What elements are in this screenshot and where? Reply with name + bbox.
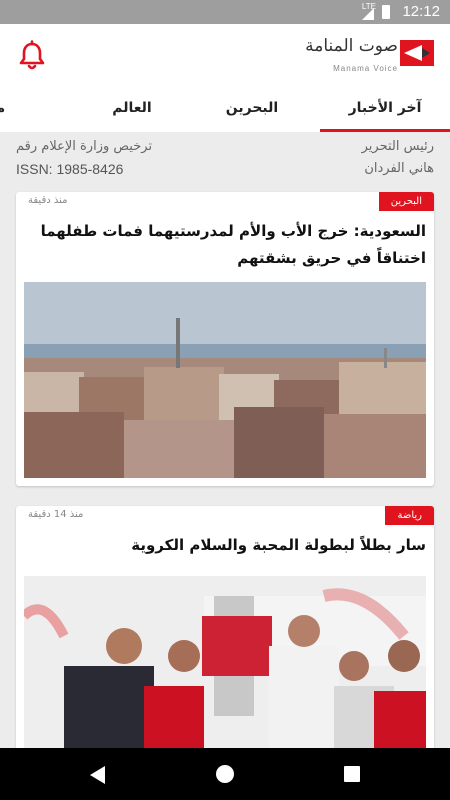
- tab-partial[interactable]: منو: [0, 88, 14, 132]
- category-tabs: آخر الأخبار البحرين العالم منو: [0, 88, 450, 132]
- system-navigation-bar: [0, 748, 450, 800]
- category-badge[interactable]: البحرين: [378, 192, 434, 211]
- tab-world[interactable]: العالم: [102, 88, 162, 132]
- logo-text: صوت المنامة: [305, 36, 398, 56]
- article-time: منذ 14 دقيقة: [28, 509, 84, 520]
- app-logo[interactable]: صوت المنامة Manama Voice: [305, 34, 434, 80]
- article-time: منذ دقيقة: [28, 195, 68, 206]
- publisher-info: رئيس التحرير هاني الفردان ترخيص وزارة ال…: [0, 132, 450, 182]
- article-card[interactable]: البحرين منذ دقيقة السعودية: خرج الأب وال…: [16, 192, 434, 486]
- status-bar: LTE 12:12: [0, 0, 450, 24]
- article-image[interactable]: [24, 282, 426, 478]
- editor-title: رئيس التحرير: [361, 139, 434, 154]
- category-badge[interactable]: رياضة: [385, 506, 434, 525]
- tab-latest-news[interactable]: آخر الأخبار: [320, 88, 450, 132]
- article-headline[interactable]: سار بطلاً لبطولة المحبة والسلام الكروية: [26, 532, 426, 559]
- article-image[interactable]: [24, 576, 426, 756]
- tab-bahrain[interactable]: البحرين: [212, 88, 292, 132]
- network-type: LTE: [361, 2, 376, 11]
- home-icon[interactable]: [216, 765, 234, 783]
- logo-mark-icon: [400, 40, 434, 66]
- issn-number: ISSN: 1985-8426: [16, 161, 124, 177]
- bell-icon[interactable]: [16, 40, 48, 72]
- license-label: ترخيص وزارة الإعلام رقم: [16, 139, 153, 154]
- article-card[interactable]: رياضة منذ 14 دقيقة سار بطلاً لبطولة المح…: [16, 506, 434, 756]
- battery-icon: [382, 5, 390, 19]
- back-icon[interactable]: [88, 765, 108, 785]
- app-bar: صوت المنامة Manama Voice: [0, 24, 450, 88]
- recent-apps-icon[interactable]: [344, 766, 360, 782]
- logo-subtext: Manama Voice: [333, 64, 398, 73]
- editor-name: هاني الفردان: [364, 161, 434, 176]
- clock: 12:12: [402, 3, 440, 20]
- article-headline[interactable]: السعودية: خرج الأب والأم لمدرستيهما فمات…: [26, 218, 426, 272]
